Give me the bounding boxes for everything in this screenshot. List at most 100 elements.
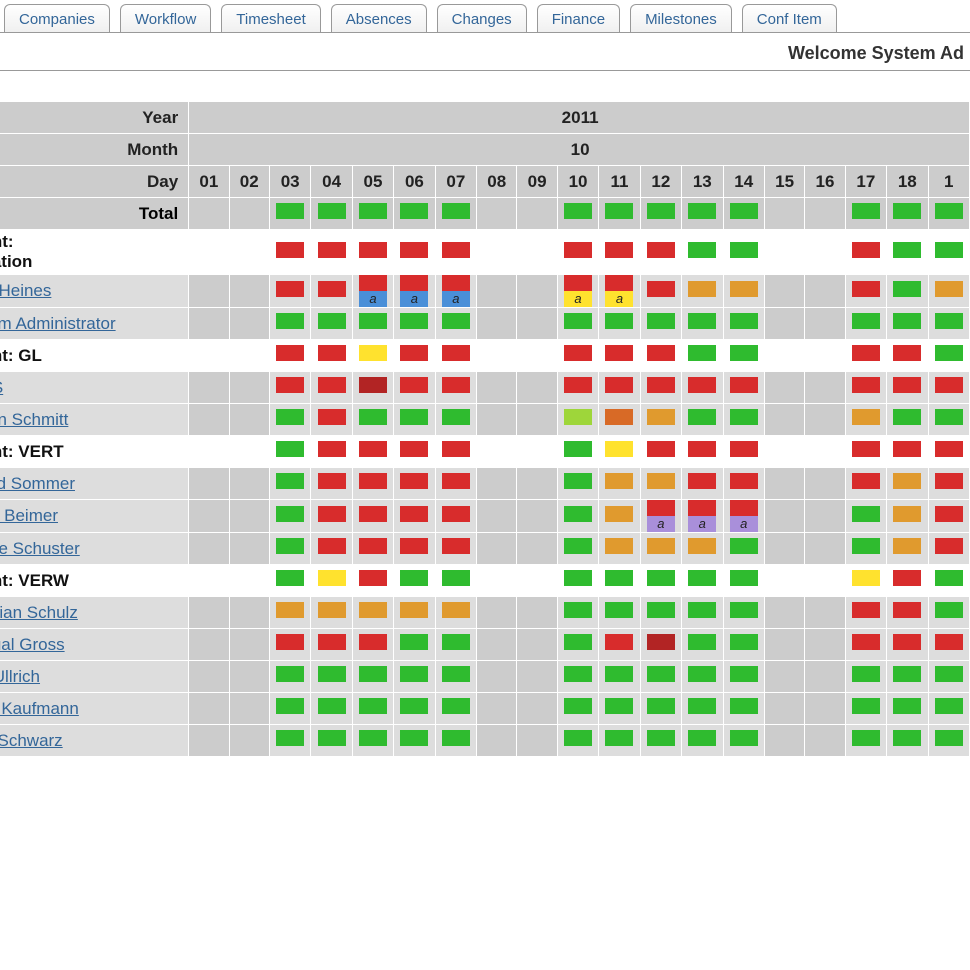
tab-companies[interactable]: Companies [4, 4, 110, 32]
person-cell[interactable] [887, 275, 928, 308]
person-cell[interactable] [394, 308, 435, 340]
person-cell[interactable] [764, 308, 804, 340]
person-cell[interactable] [682, 308, 723, 340]
person-cell[interactable] [640, 468, 681, 500]
person-cell[interactable]: a [723, 500, 764, 533]
person-cell[interactable] [189, 629, 229, 661]
person-cell[interactable] [928, 533, 969, 565]
person-cell[interactable] [229, 725, 269, 757]
person-cell[interactable] [517, 308, 557, 340]
person-cell[interactable] [477, 661, 517, 693]
person-cell[interactable] [311, 597, 352, 629]
person-cell[interactable] [723, 597, 764, 629]
person-cell[interactable] [845, 661, 886, 693]
person-cell[interactable] [723, 693, 764, 725]
person-cell[interactable] [435, 533, 476, 565]
person-cell[interactable] [557, 597, 598, 629]
person-cell[interactable]: a [435, 275, 476, 308]
person-cell[interactable] [845, 629, 886, 661]
person-cell[interactable] [805, 725, 845, 757]
person-cell[interactable] [352, 468, 393, 500]
person-cell[interactable] [557, 404, 598, 436]
person-cell[interactable] [435, 693, 476, 725]
person-cell[interactable] [229, 468, 269, 500]
person-cell[interactable] [682, 404, 723, 436]
person-cell[interactable] [557, 468, 598, 500]
person-cell[interactable] [928, 308, 969, 340]
person-cell[interactable] [352, 372, 393, 404]
person-cell[interactable] [805, 661, 845, 693]
person-cell[interactable] [557, 372, 598, 404]
person-cell[interactable] [557, 661, 598, 693]
person-cell[interactable] [805, 308, 845, 340]
person-cell[interactable] [517, 468, 557, 500]
person-cell[interactable] [928, 468, 969, 500]
person-cell[interactable] [477, 372, 517, 404]
person-cell[interactable] [435, 372, 476, 404]
tab-finance[interactable]: Finance [537, 4, 620, 32]
person-cell[interactable] [845, 308, 886, 340]
person-cell[interactable] [394, 661, 435, 693]
person-cell[interactable] [805, 693, 845, 725]
person-cell[interactable] [640, 404, 681, 436]
person-cell[interactable] [517, 275, 557, 308]
person-cell[interactable] [477, 308, 517, 340]
person-cell[interactable] [435, 725, 476, 757]
person-link[interactable]: Linda Kaufmann [0, 699, 79, 718]
person-cell[interactable] [682, 468, 723, 500]
person-link[interactable]: KONS [0, 378, 3, 397]
person-cell[interactable] [805, 533, 845, 565]
person-cell[interactable] [477, 725, 517, 757]
person-cell[interactable] [311, 500, 352, 533]
person-cell[interactable] [887, 308, 928, 340]
person-cell[interactable] [477, 468, 517, 500]
person-cell[interactable] [517, 629, 557, 661]
person-cell[interactable] [229, 308, 269, 340]
person-cell[interactable] [477, 500, 517, 533]
person-cell[interactable] [189, 661, 229, 693]
person-cell[interactable] [845, 597, 886, 629]
person-cell[interactable] [189, 597, 229, 629]
person-cell[interactable] [269, 500, 310, 533]
person-cell[interactable] [517, 693, 557, 725]
person-cell[interactable] [640, 693, 681, 725]
person-cell[interactable] [928, 597, 969, 629]
person-cell[interactable] [229, 629, 269, 661]
person-cell[interactable] [517, 661, 557, 693]
person-cell[interactable] [599, 597, 640, 629]
person-cell[interactable] [723, 275, 764, 308]
person-cell[interactable] [640, 629, 681, 661]
person-link[interactable]: Gert Ullrich [0, 667, 40, 686]
person-cell[interactable] [352, 661, 393, 693]
person-cell[interactable] [928, 629, 969, 661]
person-cell[interactable]: a [640, 500, 681, 533]
person-cell[interactable] [394, 404, 435, 436]
person-cell[interactable] [928, 372, 969, 404]
person-cell[interactable] [845, 533, 886, 565]
person-cell[interactable] [599, 533, 640, 565]
person-link[interactable]: Cordual Gross [0, 635, 65, 654]
person-cell[interactable] [887, 693, 928, 725]
person-cell[interactable] [477, 693, 517, 725]
person-cell[interactable] [928, 404, 969, 436]
person-cell[interactable] [311, 372, 352, 404]
person-cell[interactable] [764, 468, 804, 500]
person-cell[interactable] [640, 533, 681, 565]
person-cell[interactable] [189, 308, 229, 340]
person-cell[interactable] [599, 661, 640, 693]
person-cell[interactable] [352, 500, 393, 533]
tab-milestones[interactable]: Milestones [630, 4, 732, 32]
person-cell[interactable] [229, 661, 269, 693]
person-cell[interactable]: a [557, 275, 598, 308]
person-cell[interactable] [229, 533, 269, 565]
person-cell[interactable] [394, 372, 435, 404]
person-cell[interactable] [887, 661, 928, 693]
person-cell[interactable] [435, 308, 476, 340]
person-cell[interactable] [723, 629, 764, 661]
person-cell[interactable] [352, 725, 393, 757]
person-cell[interactable] [394, 500, 435, 533]
person-cell[interactable] [682, 597, 723, 629]
person-cell[interactable] [477, 597, 517, 629]
person-cell[interactable] [311, 468, 352, 500]
person-cell[interactable] [640, 725, 681, 757]
